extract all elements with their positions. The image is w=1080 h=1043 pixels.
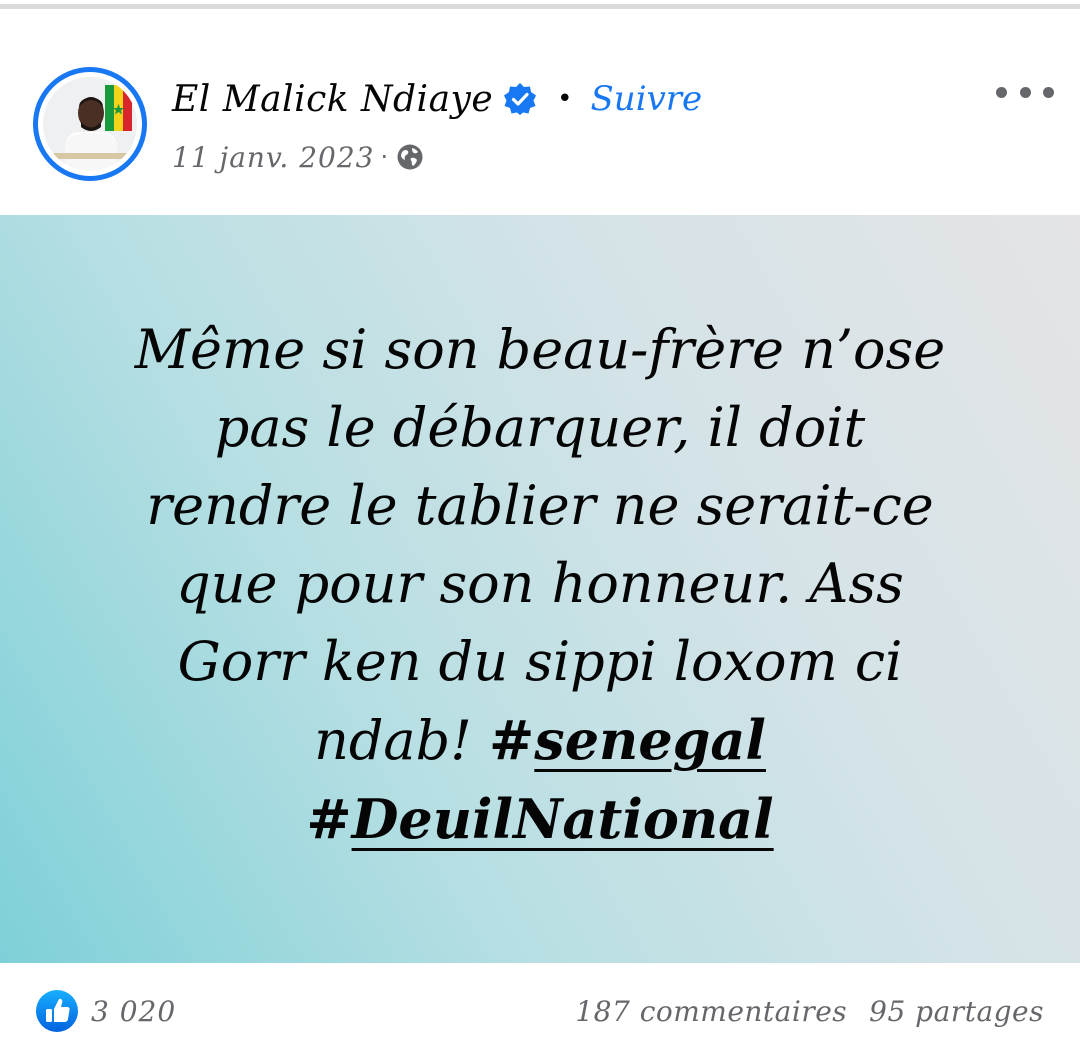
- post-header: El Malick Ndiaye • Suivre 11 janv. 2023 …: [0, 9, 1080, 215]
- post-background: Même si son beau-frère n’ose pas le déba…: [0, 215, 1080, 963]
- post-text-line: Gorr ken du sippi loxom ci: [177, 630, 903, 693]
- like-icon: [35, 989, 79, 1033]
- post-text-line: Même si son beau-frère n’ose: [134, 318, 946, 381]
- post-text-line: que pour son honneur. Ass: [176, 552, 904, 615]
- meta-separator: ·: [380, 143, 389, 171]
- globe-icon: [396, 143, 424, 171]
- follow-button[interactable]: Suivre: [591, 79, 703, 119]
- post-timestamp[interactable]: 11 janv. 2023: [172, 141, 375, 174]
- hashtag-senegal[interactable]: #senegal: [489, 708, 766, 772]
- post-text-line: ndab! #senegal: [60, 701, 1020, 780]
- author-name[interactable]: El Malick Ndiaye: [172, 79, 493, 120]
- more-options-icon: [1043, 86, 1054, 98]
- hashtag-deuil-national[interactable]: #DeuilNational: [306, 787, 773, 851]
- post-text-line: pas le débarquer, il doit: [214, 396, 866, 459]
- avatar[interactable]: [43, 77, 137, 171]
- avatar-story-ring[interactable]: [33, 67, 147, 181]
- more-options-icon: [1019, 86, 1031, 98]
- more-options-icon: [996, 86, 1007, 98]
- hashtag-word: senegal: [534, 708, 766, 772]
- more-options-button[interactable]: [996, 79, 1054, 105]
- hashtag-symbol: #: [306, 787, 352, 851]
- comments-count-link[interactable]: 187 commentaires: [575, 995, 847, 1028]
- reaction-count: 3 020: [91, 994, 177, 1028]
- engagement-counts: 187 commentaires 95 partages: [575, 991, 1044, 1031]
- hashtag-word: DeuilNational: [351, 787, 774, 851]
- hashtag-symbol: #: [489, 708, 535, 772]
- facebook-post: El Malick Ndiaye • Suivre 11 janv. 2023 …: [0, 0, 1080, 1043]
- avatar-image: [43, 77, 137, 171]
- shares-count-link[interactable]: 95 partages: [869, 995, 1044, 1028]
- name-separator: •: [557, 84, 573, 114]
- engagement-bar: 3 020 187 commentaires 95 partages: [0, 963, 1080, 1043]
- post-text-line: #DeuilNational: [60, 780, 1020, 859]
- verified-badge-icon: [503, 82, 537, 116]
- post-text: Même si son beau-frère n’ose pas le déba…: [60, 311, 1020, 859]
- author-row: El Malick Ndiaye • Suivre: [172, 73, 702, 125]
- post-meta: 11 janv. 2023 ·: [172, 137, 424, 177]
- post-text-line: rendre le tablier ne serait-ce: [146, 474, 934, 537]
- reactions-summary[interactable]: 3 020: [35, 989, 176, 1033]
- post-text-fragment: ndab!: [314, 709, 472, 772]
- avatar-frame: [38, 72, 142, 176]
